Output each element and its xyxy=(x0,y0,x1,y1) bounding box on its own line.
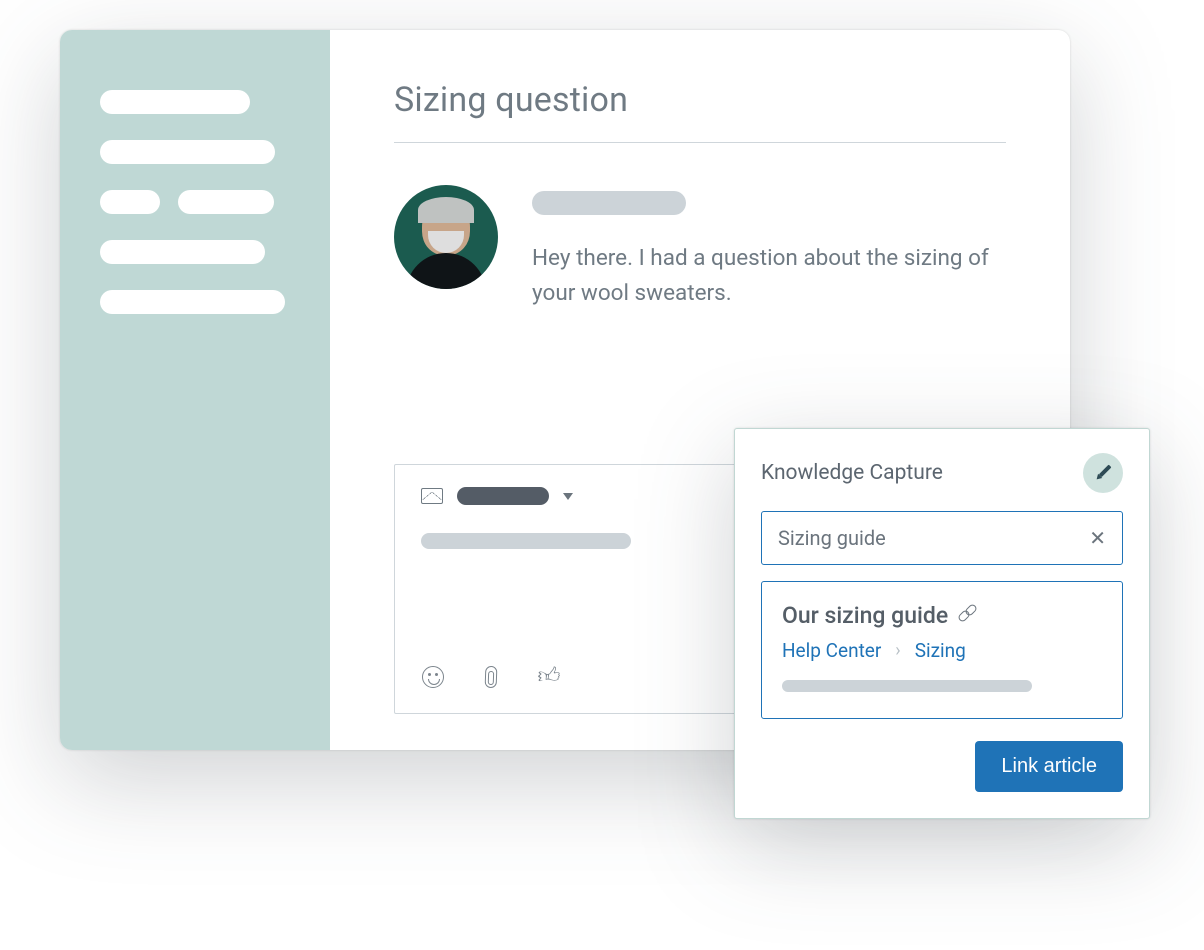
emoji-button[interactable] xyxy=(421,665,445,689)
kc-search-input[interactable]: Sizing guide ✕ xyxy=(761,511,1123,565)
clear-icon[interactable]: ✕ xyxy=(1089,526,1106,550)
customer-message: Hey there. I had a question about the si… xyxy=(394,143,1006,311)
chevron-down-icon[interactable] xyxy=(563,493,573,500)
sidebar-item[interactable] xyxy=(100,140,275,164)
sidebar-item[interactable] xyxy=(178,190,274,214)
kc-result-preview xyxy=(782,680,1032,692)
customer-name-placeholder xyxy=(532,191,686,215)
sidebar xyxy=(60,30,330,750)
kc-panel-title: Knowledge Capture xyxy=(761,461,943,485)
paperclip-icon xyxy=(485,666,498,688)
avatar xyxy=(394,185,498,289)
chevron-right-icon: › xyxy=(895,640,900,661)
kc-result-title: Our sizing guide xyxy=(782,602,948,629)
kc-breadcrumb: Help Center › Sizing xyxy=(782,639,1102,662)
mail-icon xyxy=(421,488,443,504)
kc-search-value: Sizing guide xyxy=(778,526,886,550)
breadcrumb-leaf[interactable]: Sizing xyxy=(915,639,966,662)
ticket-title: Sizing question xyxy=(394,80,1006,143)
sidebar-item[interactable] xyxy=(100,290,285,314)
pencil-icon xyxy=(1092,462,1115,485)
link-icon xyxy=(958,606,978,626)
thumbs-up-button[interactable]: 👍︎ xyxy=(537,665,561,689)
sidebar-item[interactable] xyxy=(100,240,265,264)
smile-icon xyxy=(422,666,444,688)
message-text: Hey there. I had a question about the si… xyxy=(532,241,1006,311)
knowledge-capture-panel: Knowledge Capture Sizing guide ✕ Our siz… xyxy=(734,428,1150,819)
compose-placeholder xyxy=(421,533,631,549)
sidebar-item[interactable] xyxy=(100,190,160,214)
breadcrumb-root[interactable]: Help Center xyxy=(782,639,881,662)
kc-result-card[interactable]: Our sizing guide Help Center › Sizing xyxy=(761,581,1123,719)
kc-edit-button[interactable] xyxy=(1083,453,1123,493)
link-article-button[interactable]: Link article xyxy=(975,741,1123,792)
recipient-pill[interactable] xyxy=(457,487,549,505)
sidebar-item[interactable] xyxy=(100,90,250,114)
attachment-button[interactable] xyxy=(479,665,503,689)
